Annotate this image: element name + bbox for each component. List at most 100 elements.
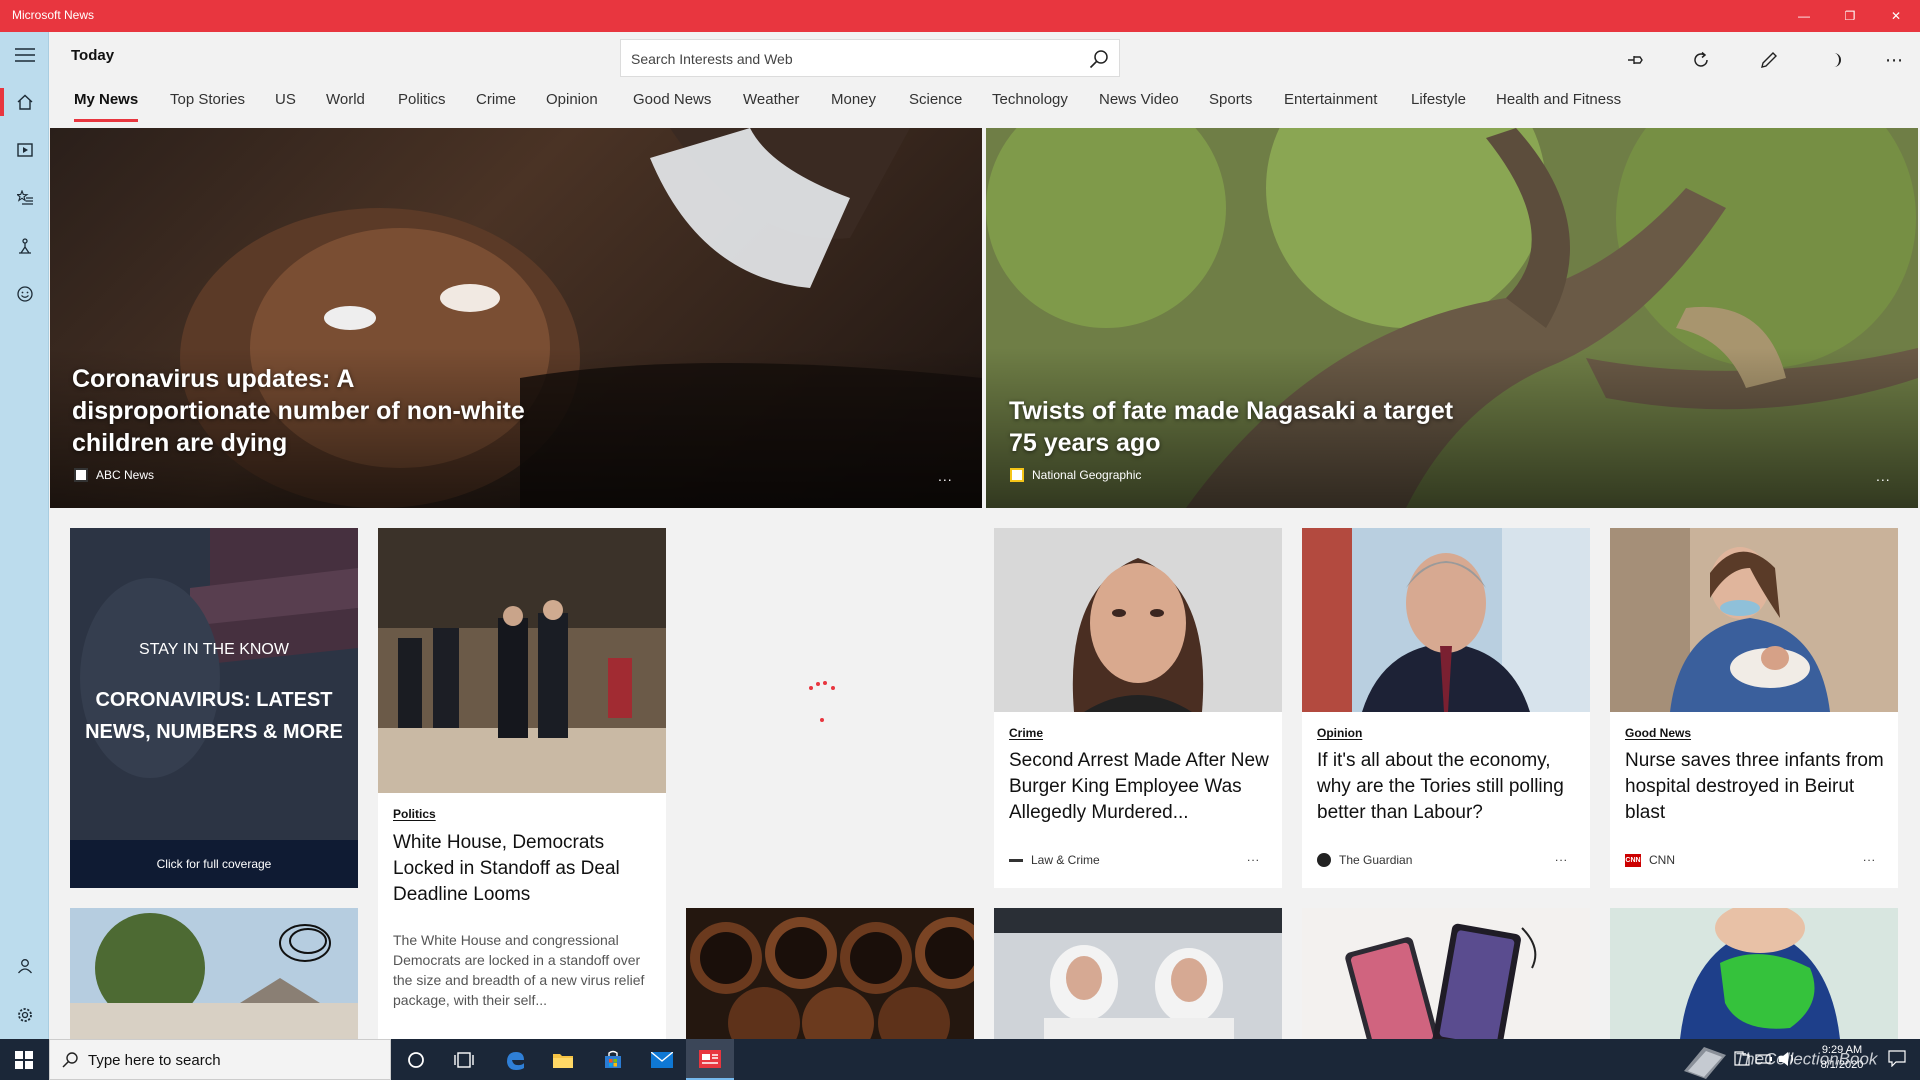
- pencil-icon[interactable]: [1751, 42, 1787, 78]
- card-title: White House, Democrats Locked in Standof…: [393, 832, 620, 905]
- loading-card: [686, 528, 974, 888]
- mail-icon[interactable]: [638, 1039, 686, 1080]
- card-image-politician: [1302, 528, 1590, 712]
- book-icon: [1684, 1047, 1726, 1079]
- card-image-nurse: [1610, 528, 1898, 712]
- battery-icon[interactable]: [1755, 1051, 1773, 1072]
- card-source: The Guardian: [1317, 853, 1412, 867]
- card-category[interactable]: Politics: [393, 807, 436, 821]
- card-description: The White House and congressional Democr…: [393, 932, 645, 1008]
- more-options-icon[interactable]: ...: [1876, 468, 1891, 484]
- more-options-icon[interactable]: ...: [938, 468, 953, 484]
- tab-opinion[interactable]: Opinion: [546, 91, 598, 108]
- coverage-card[interactable]: STAY IN THE KNOW CORONAVIRUS: LATEST NEW…: [70, 528, 358, 888]
- hero-source: ABC News: [74, 468, 154, 482]
- tab-my-news[interactable]: My News: [74, 91, 138, 108]
- loading-spinner-icon: [809, 681, 835, 722]
- tab-health-and-fitness[interactable]: Health and Fitness: [1496, 91, 1621, 108]
- tab-crime[interactable]: Crime: [476, 91, 516, 108]
- hero-story-coronavirus[interactable]: Coronavirus updates: A disproportionate …: [50, 128, 982, 508]
- windows-start-icon[interactable]: [0, 1039, 48, 1080]
- story-card-astronauts[interactable]: [994, 908, 1282, 1039]
- star-list-icon[interactable]: [0, 175, 49, 221]
- more-options-icon[interactable]: ...: [1555, 850, 1568, 864]
- store-icon[interactable]: [589, 1039, 637, 1080]
- tab-technology[interactable]: Technology: [992, 91, 1068, 108]
- tab-us[interactable]: US: [275, 91, 296, 108]
- tab-science[interactable]: Science: [909, 91, 962, 108]
- story-card-good-news[interactable]: Good News Nurse saves three infants from…: [1610, 528, 1898, 888]
- gear-icon[interactable]: [0, 992, 49, 1038]
- taskbar-search-input[interactable]: Type here to search: [49, 1039, 391, 1080]
- cortana-icon[interactable]: [392, 1039, 440, 1080]
- card-category[interactable]: Good News: [1625, 726, 1691, 740]
- source-name: National Geographic: [1032, 468, 1142, 482]
- source-name: CNN: [1649, 853, 1675, 867]
- card-category[interactable]: Opinion: [1317, 726, 1362, 740]
- more-icon[interactable]: ⋯: [1876, 42, 1912, 78]
- card-image-astronauts: [994, 908, 1282, 1039]
- hero-source: National Geographic: [1010, 468, 1141, 482]
- story-card-phones[interactable]: [1302, 908, 1590, 1039]
- story-card-pipes[interactable]: [686, 908, 974, 1039]
- video-icon[interactable]: [0, 127, 49, 173]
- search-icon[interactable]: [1089, 49, 1109, 74]
- network-icon[interactable]: [1733, 1051, 1751, 1072]
- tab-money[interactable]: Money: [831, 91, 876, 108]
- file-explorer-icon[interactable]: [539, 1039, 587, 1080]
- story-card-houses[interactable]: [70, 908, 358, 1039]
- close-button[interactable]: ✕: [1873, 0, 1919, 32]
- search-icon: [62, 1052, 78, 1073]
- coverage-kicker: STAY IN THE KNOW: [139, 641, 289, 658]
- card-title: If it's all about the economy, why are t…: [1317, 750, 1564, 823]
- story-card-cartoon[interactable]: [1610, 908, 1898, 1039]
- task-view-icon[interactable]: [440, 1039, 488, 1080]
- refresh-icon[interactable]: [1683, 42, 1719, 78]
- story-card-opinion[interactable]: Opinion If it's all about the economy, w…: [1302, 528, 1590, 888]
- the-guardian-logo-icon: [1317, 853, 1331, 867]
- page-title: Today: [71, 47, 115, 64]
- minimize-button[interactable]: —: [1781, 0, 1827, 32]
- tab-world[interactable]: World: [326, 91, 365, 108]
- card-category[interactable]: Crime: [1009, 726, 1043, 740]
- edge-browser-icon[interactable]: [491, 1039, 539, 1080]
- story-card-crime[interactable]: Crime Second Arrest Made After New Burge…: [994, 528, 1282, 888]
- taskbar: Type here to search TheCollectionBook 9:…: [0, 1039, 1920, 1080]
- abc-news-logo-icon: [74, 468, 88, 482]
- more-options-icon[interactable]: ...: [1247, 850, 1260, 864]
- more-options-icon[interactable]: ...: [1863, 850, 1876, 864]
- pin-icon[interactable]: [1617, 42, 1653, 78]
- tab-good-news[interactable]: Good News: [633, 91, 711, 108]
- tab-news-video[interactable]: News Video: [1099, 91, 1179, 108]
- clock-date: 8/1/2020: [1820, 1059, 1864, 1071]
- window-title: Microsoft News: [12, 8, 95, 22]
- card-image-pipes: [686, 908, 974, 1039]
- moon-icon[interactable]: [1818, 42, 1854, 78]
- hero-title: Coronavirus updates: A disproportionate …: [72, 365, 525, 457]
- tab-sports[interactable]: Sports: [1209, 91, 1252, 108]
- notifications-icon[interactable]: [1888, 1049, 1906, 1072]
- news-app-icon[interactable]: [686, 1039, 734, 1080]
- clock[interactable]: 9:29 AM 8/1/2020: [1812, 1043, 1872, 1073]
- hamburger-icon[interactable]: [0, 32, 49, 78]
- hero-story-nagasaki[interactable]: Twists of fate made Nagasaki a target 75…: [986, 128, 1918, 508]
- restore-button[interactable]: ❐: [1827, 0, 1873, 32]
- tab-politics[interactable]: Politics: [398, 91, 446, 108]
- local-icon[interactable]: [0, 223, 49, 269]
- person-icon[interactable]: [0, 943, 49, 989]
- tab-weather[interactable]: Weather: [743, 91, 799, 108]
- full-coverage-link[interactable]: Click for full coverage: [70, 840, 358, 888]
- tab-lifestyle[interactable]: Lifestyle: [1411, 91, 1466, 108]
- home-icon[interactable]: [0, 79, 49, 125]
- card-source: CNN CNN: [1625, 853, 1675, 867]
- search-input[interactable]: Search Interests and Web: [620, 39, 1120, 77]
- story-card-politics[interactable]: Politics White House, Democrats Locked i…: [378, 528, 666, 1039]
- card-title: Second Arrest Made After New Burger King…: [1009, 750, 1269, 823]
- card-image-mugshot: [994, 528, 1282, 712]
- tab-entertainment[interactable]: Entertainment: [1284, 91, 1377, 108]
- card-source: Law & Crime: [1009, 853, 1100, 867]
- volume-icon[interactable]: [1778, 1051, 1796, 1072]
- cnn-logo-icon: CNN: [1625, 853, 1641, 867]
- tab-top-stories[interactable]: Top Stories: [170, 91, 245, 108]
- smiley-icon[interactable]: [0, 271, 49, 317]
